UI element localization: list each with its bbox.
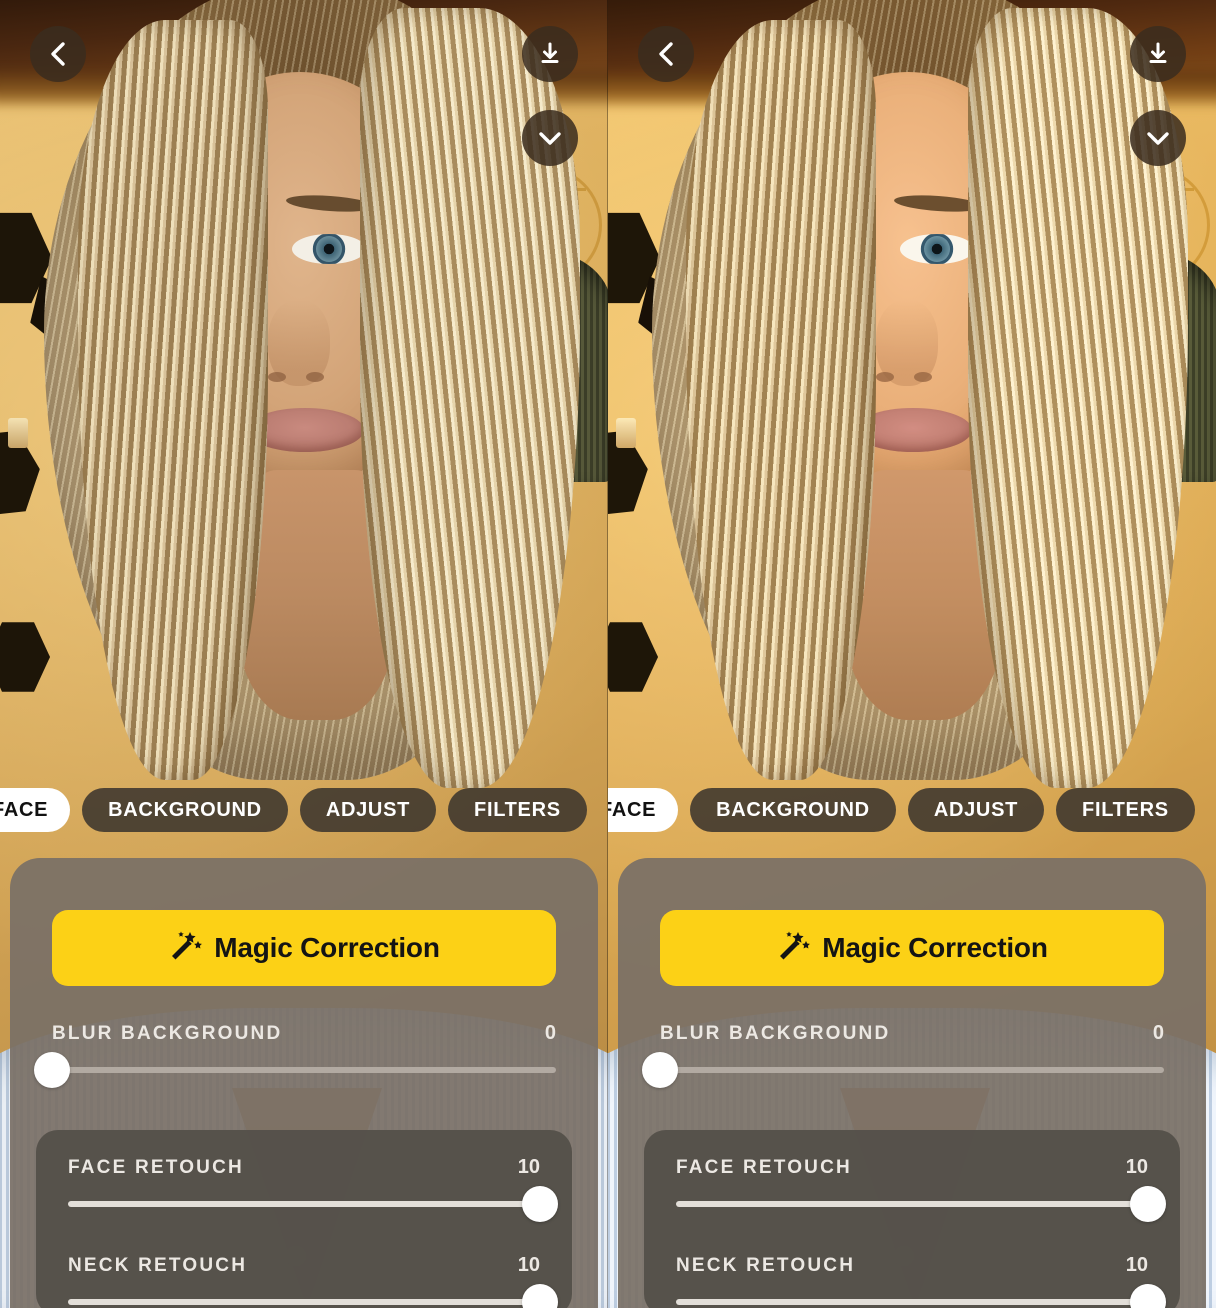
slider-label: NECK RETOUCH [68, 1255, 248, 1276]
slider-label: BLUR BACKGROUND [52, 1023, 283, 1044]
tab-face[interactable]: FACE [608, 788, 679, 832]
tab-filters[interactable]: FILTERS [1056, 788, 1195, 832]
editor-pane-before: FACE BACKGROUND ADJUST FILTERS Magic Cor… [0, 0, 608, 1308]
slider-thumb[interactable] [522, 1284, 558, 1308]
slider-value: 0 [544, 1022, 556, 1044]
slider-track[interactable] [34, 1052, 556, 1088]
slider-track[interactable] [676, 1284, 1166, 1308]
nostril [914, 372, 932, 382]
tab-adjust[interactable]: ADJUST [299, 788, 437, 832]
slider-thumb[interactable] [34, 1052, 70, 1088]
magic-correction-label: Magic Correction [822, 932, 1048, 963]
retouch-card: FACE RETOUCH 10 NECK RETOUCH 10 [36, 1130, 572, 1308]
slider-label: FACE RETOUCH [68, 1157, 244, 1178]
slider-header: NECK RETOUCH 10 [676, 1254, 1148, 1277]
editor-pane-after: FACE BACKGROUND ADJUST FILTERS Magic Cor… [608, 0, 1216, 1308]
tab-label: BACKGROUND [108, 798, 262, 821]
slider-value: 0 [1152, 1022, 1164, 1044]
nostril [306, 372, 324, 382]
download-icon [537, 41, 563, 67]
back-button[interactable] [30, 26, 86, 82]
iris [924, 236, 950, 262]
hair-front-left [78, 20, 268, 780]
magic-correction-label: Magic Correction [214, 932, 440, 963]
tab-label: ADJUST [325, 798, 411, 821]
eye-right [900, 234, 974, 264]
slider-thumb[interactable] [522, 1186, 558, 1222]
tab-filters[interactable]: FILTERS [448, 788, 587, 832]
slider-header: BLUR BACKGROUND 0 [660, 1022, 1164, 1045]
chevron-down-icon [1144, 128, 1172, 148]
slider-blur-background[interactable]: BLUR BACKGROUND 0 [642, 1022, 1164, 1088]
tab-label: FILTERS [1082, 798, 1169, 821]
eye-right [292, 234, 366, 264]
slider-face-retouch[interactable]: FACE RETOUCH 10 [676, 1156, 1166, 1222]
slider-value: 10 [1125, 1254, 1148, 1276]
slider-header: FACE RETOUCH 10 [676, 1156, 1148, 1179]
tab-label: FACE [0, 798, 49, 821]
tab-strip: FACE BACKGROUND ADJUST FILTERS [608, 786, 1216, 834]
collapse-button[interactable] [1130, 110, 1186, 166]
tab-label: ADJUST [933, 798, 1019, 821]
slider-face-retouch[interactable]: FACE RETOUCH 10 [68, 1156, 558, 1222]
nostril [876, 372, 894, 382]
tab-face[interactable]: FACE [0, 788, 71, 832]
magic-wand-icon [168, 930, 203, 967]
before-after-comparison: FACE BACKGROUND ADJUST FILTERS Magic Cor… [0, 0, 1216, 1308]
slider-track[interactable] [642, 1052, 1164, 1088]
slider-track[interactable] [68, 1186, 558, 1222]
download-button[interactable] [1130, 26, 1186, 82]
slider-neck-retouch[interactable]: NECK RETOUCH 10 [68, 1254, 558, 1308]
magic-correction-button[interactable]: Magic Correction [660, 910, 1164, 986]
magic-wand-icon [776, 930, 811, 967]
slider-thumb[interactable] [1130, 1284, 1166, 1308]
collapse-button[interactable] [522, 110, 578, 166]
tab-background[interactable]: BACKGROUND [690, 788, 896, 832]
tab-adjust[interactable]: ADJUST [907, 788, 1045, 832]
back-button[interactable] [638, 26, 694, 82]
chevron-down-icon [536, 128, 564, 148]
download-icon [1145, 41, 1171, 67]
slider-neck-retouch[interactable]: NECK RETOUCH 10 [676, 1254, 1166, 1308]
slider-blur-background[interactable]: BLUR BACKGROUND 0 [34, 1022, 556, 1088]
editing-panel: Magic Correction BLUR BACKGROUND 0 FACE … [618, 858, 1206, 1308]
slider-thumb[interactable] [642, 1052, 678, 1088]
iris [316, 236, 342, 262]
slider-label: NECK RETOUCH [676, 1255, 856, 1276]
tab-label: FACE [608, 798, 657, 821]
nostril [268, 372, 286, 382]
chevron-left-icon [48, 40, 68, 68]
slider-value: 10 [1125, 1156, 1148, 1178]
slider-thumb[interactable] [1130, 1186, 1166, 1222]
chevron-left-icon [656, 40, 676, 68]
slider-label: BLUR BACKGROUND [660, 1023, 891, 1044]
tab-strip: FACE BACKGROUND ADJUST FILTERS [0, 786, 608, 834]
slider-value: 10 [517, 1254, 540, 1276]
slider-track[interactable] [676, 1186, 1166, 1222]
tab-label: BACKGROUND [716, 798, 870, 821]
magic-correction-button[interactable]: Magic Correction [52, 910, 556, 986]
tab-background[interactable]: BACKGROUND [82, 788, 288, 832]
retouch-card: FACE RETOUCH 10 NECK RETOUCH 10 [644, 1130, 1180, 1308]
editing-panel: Magic Correction BLUR BACKGROUND 0 FACE … [10, 858, 598, 1308]
tab-label: FILTERS [474, 798, 561, 821]
download-button[interactable] [522, 26, 578, 82]
slider-label: FACE RETOUCH [676, 1157, 852, 1178]
slider-header: NECK RETOUCH 10 [68, 1254, 540, 1277]
slider-header: FACE RETOUCH 10 [68, 1156, 540, 1179]
slider-track[interactable] [68, 1284, 558, 1308]
slider-value: 10 [517, 1156, 540, 1178]
slider-header: BLUR BACKGROUND 0 [52, 1022, 556, 1045]
hair-front-left [686, 20, 876, 780]
